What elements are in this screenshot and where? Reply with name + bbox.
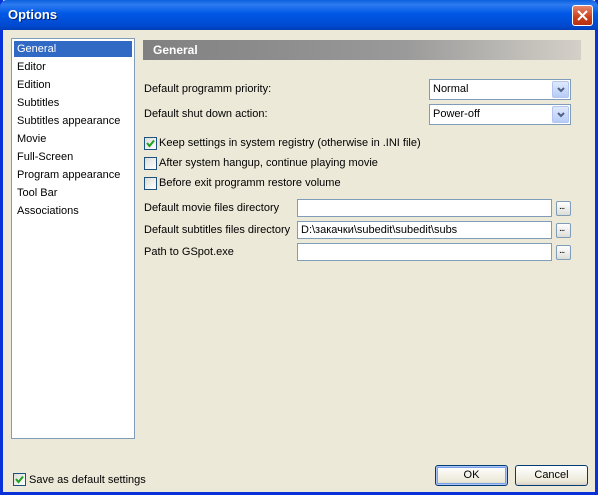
subs-dir-field[interactable] [297, 221, 552, 239]
subs-dir-label: Default subtitles files directory [144, 224, 291, 236]
category-item-movie[interactable]: Movie [14, 131, 132, 147]
close-icon [577, 10, 588, 21]
cancel-button[interactable]: Cancel [515, 465, 588, 486]
category-item-associations[interactable]: Associations [14, 203, 132, 219]
section-header: General [143, 40, 581, 60]
title-bar[interactable]: Options [0, 0, 598, 30]
continue-playing-label[interactable]: After system hangup, continue playing mo… [159, 157, 378, 169]
category-item-tool-bar[interactable]: Tool Bar [14, 185, 132, 201]
category-item-subtitles[interactable]: Subtitles [14, 95, 132, 111]
movie-dir-field[interactable] [297, 199, 552, 217]
category-item-general[interactable]: General [14, 41, 132, 57]
priority-select[interactable]: Normal [429, 79, 571, 100]
ok-button[interactable]: OK [435, 465, 508, 486]
browse-ellipsis: ... [559, 245, 565, 256]
restore-volume-checkbox[interactable] [144, 177, 157, 190]
movie-dir-label: Default movie files directory [144, 202, 280, 214]
browse-ellipsis: ... [559, 223, 565, 234]
gspot-path-field[interactable] [297, 243, 552, 261]
gspot-path-label: Path to GSpot.exe [144, 246, 234, 258]
section-title: General [153, 43, 198, 57]
keep-registry-label[interactable]: Keep settings in system registry (otherw… [159, 137, 421, 149]
chevron-down-icon [557, 87, 565, 93]
gspot-path-browse-button[interactable]: ... [556, 245, 571, 260]
shutdown-dropdown-button[interactable] [552, 106, 569, 123]
subs-dir-input[interactable] [298, 222, 551, 238]
save-default-checkbox[interactable] [13, 473, 26, 486]
save-default-label[interactable]: Save as default settings [29, 474, 146, 486]
movie-dir-browse-button[interactable]: ... [556, 201, 571, 216]
close-button[interactable] [572, 5, 593, 26]
priority-label: Default programm priority: [144, 83, 272, 95]
shutdown-label: Default shut down action: [144, 108, 268, 120]
shutdown-select[interactable]: Power-off [429, 104, 571, 125]
restore-volume-label[interactable]: Before exit programm restore volume [159, 177, 341, 189]
category-item-subtitles-appearance[interactable]: Subtitles appearance [14, 113, 132, 129]
window-title: Options [8, 7, 58, 22]
category-item-program-appearance[interactable]: Program appearance [14, 167, 132, 183]
browse-ellipsis: ... [559, 201, 565, 212]
chevron-down-icon [557, 112, 565, 118]
category-item-editor[interactable]: Editor [14, 59, 132, 75]
priority-value: Normal [433, 83, 469, 95]
checkmark-icon [146, 139, 155, 148]
category-list[interactable]: General Editor Edition Subtitles Subtitl… [11, 38, 135, 439]
category-item-edition[interactable]: Edition [14, 77, 132, 93]
category-item-full-screen[interactable]: Full-Screen [14, 149, 132, 165]
subs-dir-browse-button[interactable]: ... [556, 223, 571, 238]
checkmark-icon [15, 475, 24, 484]
keep-registry-checkbox[interactable] [144, 137, 157, 150]
shutdown-value: Power-off [433, 108, 480, 120]
movie-dir-input[interactable] [298, 200, 551, 216]
priority-dropdown-button[interactable] [552, 81, 569, 98]
gspot-path-input[interactable] [298, 244, 551, 260]
continue-playing-checkbox[interactable] [144, 157, 157, 170]
